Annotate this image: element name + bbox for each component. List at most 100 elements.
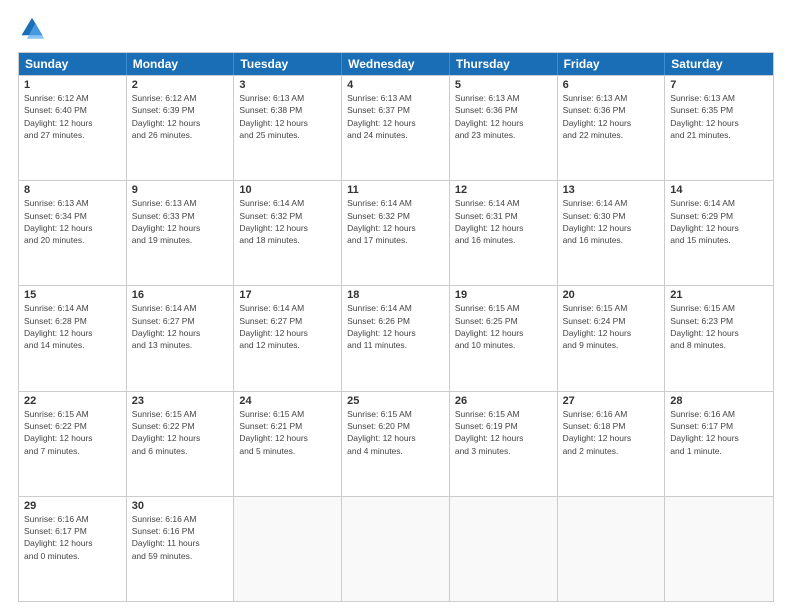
calendar-cell: 16Sunrise: 6:14 AM Sunset: 6:27 PM Dayli… (127, 286, 235, 390)
day-info: Sunrise: 6:15 AM Sunset: 6:19 PM Dayligh… (455, 408, 552, 457)
calendar-header-cell: Wednesday (342, 53, 450, 75)
day-info: Sunrise: 6:14 AM Sunset: 6:27 PM Dayligh… (132, 302, 229, 351)
day-number: 10 (239, 184, 336, 196)
calendar-header-cell: Saturday (665, 53, 773, 75)
day-number: 23 (132, 395, 229, 407)
day-number: 20 (563, 289, 660, 301)
day-number: 24 (239, 395, 336, 407)
day-info: Sunrise: 6:15 AM Sunset: 6:22 PM Dayligh… (132, 408, 229, 457)
calendar-cell: 5Sunrise: 6:13 AM Sunset: 6:36 PM Daylig… (450, 76, 558, 180)
page: SundayMondayTuesdayWednesdayThursdayFrid… (0, 0, 792, 612)
day-info: Sunrise: 6:13 AM Sunset: 6:36 PM Dayligh… (563, 92, 660, 141)
day-info: Sunrise: 6:16 AM Sunset: 6:16 PM Dayligh… (132, 513, 229, 562)
calendar-row: 29Sunrise: 6:16 AM Sunset: 6:17 PM Dayli… (19, 496, 773, 601)
calendar-cell (450, 497, 558, 601)
day-info: Sunrise: 6:13 AM Sunset: 6:34 PM Dayligh… (24, 197, 121, 246)
day-number: 4 (347, 79, 444, 91)
logo-icon (18, 16, 46, 44)
calendar-cell: 23Sunrise: 6:15 AM Sunset: 6:22 PM Dayli… (127, 392, 235, 496)
day-number: 12 (455, 184, 552, 196)
day-info: Sunrise: 6:16 AM Sunset: 6:18 PM Dayligh… (563, 408, 660, 457)
calendar-header-cell: Tuesday (234, 53, 342, 75)
calendar-cell: 19Sunrise: 6:15 AM Sunset: 6:25 PM Dayli… (450, 286, 558, 390)
calendar-header: SundayMondayTuesdayWednesdayThursdayFrid… (19, 53, 773, 75)
day-info: Sunrise: 6:14 AM Sunset: 6:32 PM Dayligh… (239, 197, 336, 246)
calendar-row: 15Sunrise: 6:14 AM Sunset: 6:28 PM Dayli… (19, 285, 773, 390)
calendar-cell: 20Sunrise: 6:15 AM Sunset: 6:24 PM Dayli… (558, 286, 666, 390)
day-number: 5 (455, 79, 552, 91)
calendar-cell: 17Sunrise: 6:14 AM Sunset: 6:27 PM Dayli… (234, 286, 342, 390)
day-number: 3 (239, 79, 336, 91)
day-info: Sunrise: 6:13 AM Sunset: 6:37 PM Dayligh… (347, 92, 444, 141)
calendar-header-cell: Friday (558, 53, 666, 75)
calendar-cell: 28Sunrise: 6:16 AM Sunset: 6:17 PM Dayli… (665, 392, 773, 496)
day-number: 16 (132, 289, 229, 301)
day-info: Sunrise: 6:15 AM Sunset: 6:22 PM Dayligh… (24, 408, 121, 457)
day-info: Sunrise: 6:14 AM Sunset: 6:30 PM Dayligh… (563, 197, 660, 246)
day-number: 19 (455, 289, 552, 301)
calendar-row: 22Sunrise: 6:15 AM Sunset: 6:22 PM Dayli… (19, 391, 773, 496)
day-number: 6 (563, 79, 660, 91)
day-info: Sunrise: 6:13 AM Sunset: 6:36 PM Dayligh… (455, 92, 552, 141)
day-number: 11 (347, 184, 444, 196)
day-info: Sunrise: 6:15 AM Sunset: 6:21 PM Dayligh… (239, 408, 336, 457)
calendar-header-cell: Sunday (19, 53, 127, 75)
day-info: Sunrise: 6:13 AM Sunset: 6:35 PM Dayligh… (670, 92, 768, 141)
calendar-row: 1Sunrise: 6:12 AM Sunset: 6:40 PM Daylig… (19, 75, 773, 180)
calendar-cell: 6Sunrise: 6:13 AM Sunset: 6:36 PM Daylig… (558, 76, 666, 180)
calendar-cell: 26Sunrise: 6:15 AM Sunset: 6:19 PM Dayli… (450, 392, 558, 496)
calendar-cell: 25Sunrise: 6:15 AM Sunset: 6:20 PM Dayli… (342, 392, 450, 496)
day-number: 26 (455, 395, 552, 407)
day-number: 1 (24, 79, 121, 91)
day-number: 15 (24, 289, 121, 301)
calendar-cell (342, 497, 450, 601)
calendar-cell: 7Sunrise: 6:13 AM Sunset: 6:35 PM Daylig… (665, 76, 773, 180)
calendar: SundayMondayTuesdayWednesdayThursdayFrid… (18, 52, 774, 602)
day-info: Sunrise: 6:14 AM Sunset: 6:29 PM Dayligh… (670, 197, 768, 246)
calendar-cell: 29Sunrise: 6:16 AM Sunset: 6:17 PM Dayli… (19, 497, 127, 601)
calendar-cell (234, 497, 342, 601)
day-info: Sunrise: 6:15 AM Sunset: 6:20 PM Dayligh… (347, 408, 444, 457)
calendar-header-cell: Monday (127, 53, 235, 75)
calendar-cell: 12Sunrise: 6:14 AM Sunset: 6:31 PM Dayli… (450, 181, 558, 285)
day-info: Sunrise: 6:14 AM Sunset: 6:28 PM Dayligh… (24, 302, 121, 351)
day-info: Sunrise: 6:14 AM Sunset: 6:31 PM Dayligh… (455, 197, 552, 246)
day-number: 13 (563, 184, 660, 196)
day-number: 17 (239, 289, 336, 301)
calendar-cell: 4Sunrise: 6:13 AM Sunset: 6:37 PM Daylig… (342, 76, 450, 180)
day-info: Sunrise: 6:15 AM Sunset: 6:24 PM Dayligh… (563, 302, 660, 351)
calendar-cell: 27Sunrise: 6:16 AM Sunset: 6:18 PM Dayli… (558, 392, 666, 496)
day-number: 14 (670, 184, 768, 196)
calendar-cell: 1Sunrise: 6:12 AM Sunset: 6:40 PM Daylig… (19, 76, 127, 180)
calendar-cell: 14Sunrise: 6:14 AM Sunset: 6:29 PM Dayli… (665, 181, 773, 285)
day-number: 21 (670, 289, 768, 301)
day-info: Sunrise: 6:12 AM Sunset: 6:40 PM Dayligh… (24, 92, 121, 141)
calendar-cell (665, 497, 773, 601)
header (18, 16, 774, 44)
calendar-row: 8Sunrise: 6:13 AM Sunset: 6:34 PM Daylig… (19, 180, 773, 285)
calendar-cell: 15Sunrise: 6:14 AM Sunset: 6:28 PM Dayli… (19, 286, 127, 390)
day-info: Sunrise: 6:16 AM Sunset: 6:17 PM Dayligh… (24, 513, 121, 562)
day-number: 29 (24, 500, 121, 512)
day-info: Sunrise: 6:15 AM Sunset: 6:23 PM Dayligh… (670, 302, 768, 351)
day-info: Sunrise: 6:14 AM Sunset: 6:26 PM Dayligh… (347, 302, 444, 351)
day-number: 8 (24, 184, 121, 196)
calendar-cell: 24Sunrise: 6:15 AM Sunset: 6:21 PM Dayli… (234, 392, 342, 496)
day-number: 9 (132, 184, 229, 196)
day-number: 22 (24, 395, 121, 407)
calendar-header-cell: Thursday (450, 53, 558, 75)
calendar-cell: 18Sunrise: 6:14 AM Sunset: 6:26 PM Dayli… (342, 286, 450, 390)
day-info: Sunrise: 6:12 AM Sunset: 6:39 PM Dayligh… (132, 92, 229, 141)
day-number: 2 (132, 79, 229, 91)
calendar-cell: 8Sunrise: 6:13 AM Sunset: 6:34 PM Daylig… (19, 181, 127, 285)
day-number: 18 (347, 289, 444, 301)
day-info: Sunrise: 6:16 AM Sunset: 6:17 PM Dayligh… (670, 408, 768, 457)
day-number: 7 (670, 79, 768, 91)
day-info: Sunrise: 6:14 AM Sunset: 6:27 PM Dayligh… (239, 302, 336, 351)
day-number: 27 (563, 395, 660, 407)
calendar-cell: 10Sunrise: 6:14 AM Sunset: 6:32 PM Dayli… (234, 181, 342, 285)
day-info: Sunrise: 6:15 AM Sunset: 6:25 PM Dayligh… (455, 302, 552, 351)
calendar-cell: 30Sunrise: 6:16 AM Sunset: 6:16 PM Dayli… (127, 497, 235, 601)
logo (18, 16, 50, 44)
day-info: Sunrise: 6:13 AM Sunset: 6:33 PM Dayligh… (132, 197, 229, 246)
